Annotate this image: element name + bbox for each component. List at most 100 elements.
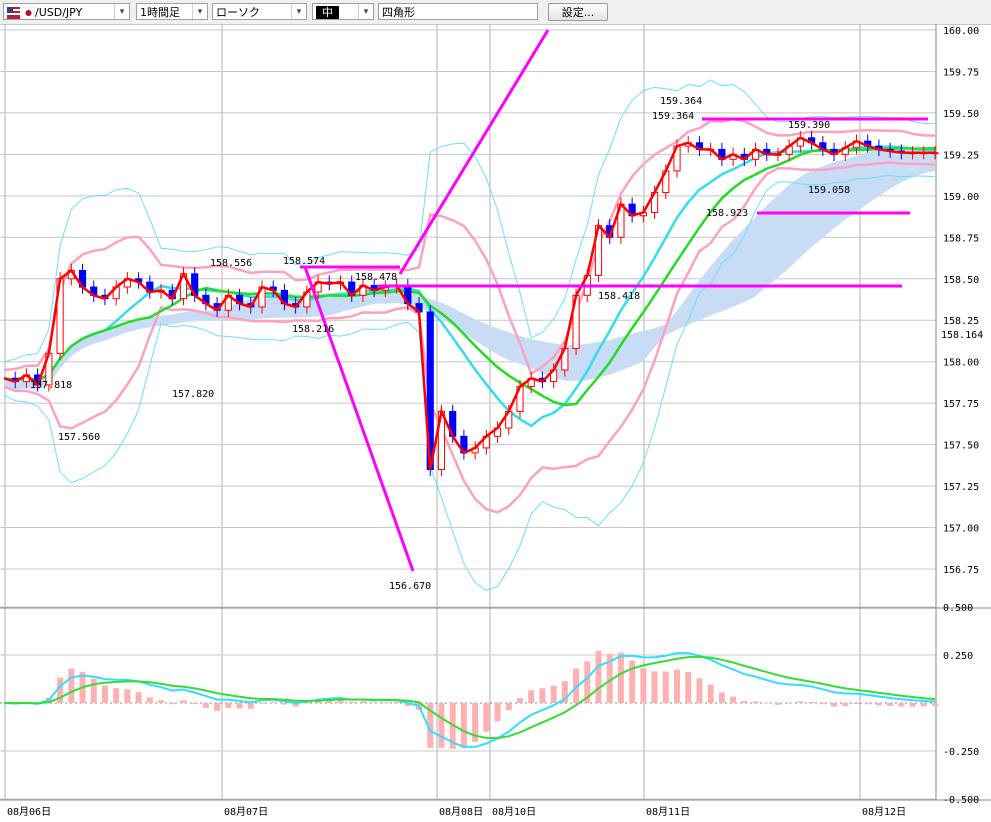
line-width-select[interactable]: 中 ▾ xyxy=(312,3,374,20)
time-tick-label: 08月07日 xyxy=(224,806,268,818)
line-width-label: 中 xyxy=(316,6,339,19)
draw-tool-label: 四角形 xyxy=(382,6,415,19)
price-tick-label: 157.00 xyxy=(943,524,979,535)
price-annotations: 157.818 157.560 157.820 158.556 158.574 158.2… xyxy=(30,96,850,592)
macd-bar xyxy=(674,669,681,703)
current-price-label: 158.164 xyxy=(941,330,983,341)
macd-bar xyxy=(875,703,882,706)
macd-bar xyxy=(371,702,378,703)
chart-type-label: ローソク xyxy=(216,6,260,19)
time-tick-label: 08月06日 xyxy=(7,806,51,818)
macd-bar xyxy=(786,703,793,704)
price-annotation: 159.364 xyxy=(660,96,702,107)
chevron-down-icon: ▾ xyxy=(192,4,207,19)
time-tick-label: 08月10日 xyxy=(492,806,536,818)
macd-bar xyxy=(236,703,243,709)
macd-bar xyxy=(528,690,535,703)
price-tick-label: 158.25 xyxy=(943,316,979,327)
price-annotation: 159.364 xyxy=(652,111,694,122)
price-tick-label: 158.75 xyxy=(943,233,979,244)
macd-bar xyxy=(483,703,490,732)
signal-line xyxy=(3,655,936,740)
macd-bar xyxy=(685,671,692,703)
price-annotation: 157.820 xyxy=(172,389,214,400)
macd-bar xyxy=(124,689,131,703)
price-annotation: 159.058 xyxy=(808,185,850,196)
settings-button[interactable]: 設定... xyxy=(548,3,608,21)
price-tick-label: 156.75 xyxy=(943,565,979,576)
macd-bar xyxy=(808,701,815,703)
timeframe-select[interactable]: 1時間足 ▾ xyxy=(136,3,208,20)
macd-bar xyxy=(113,688,120,703)
macd-bar xyxy=(864,703,871,705)
macd-bar xyxy=(539,688,546,703)
macd-bar xyxy=(707,684,714,703)
macd-bar xyxy=(214,703,221,711)
macd-bar xyxy=(617,652,624,703)
macd-bar xyxy=(191,703,198,705)
price-annotation: 158.556 xyxy=(210,258,252,269)
macd-bar xyxy=(853,703,860,705)
price-annotation: 158.574 xyxy=(283,256,325,267)
macd-bar xyxy=(662,671,669,703)
price-tick-label: 158.00 xyxy=(943,358,979,369)
macd-bar xyxy=(831,703,838,707)
draw-tool-field[interactable]: 四角形 xyxy=(378,3,538,20)
timeframe-label: 1時間足 xyxy=(140,6,180,19)
macd-bar xyxy=(595,650,602,703)
macd-bar xyxy=(393,701,400,703)
time-tick-label: 08月08日 xyxy=(439,806,483,818)
macd-bar xyxy=(225,703,232,709)
price-tick-label: 160.00 xyxy=(943,26,979,37)
macd-tick-label: 0.250 xyxy=(943,651,973,662)
macd-bar xyxy=(887,703,894,707)
macd-bar xyxy=(359,701,366,703)
macd-bar xyxy=(68,668,75,703)
macd-bar xyxy=(842,703,849,706)
macd-bar xyxy=(774,703,781,705)
chart-type-select[interactable]: ローソク ▾ xyxy=(212,3,307,20)
macd-histogram xyxy=(12,650,938,749)
macd-tick-label: 0.500 xyxy=(943,603,973,614)
price-tick-label: 159.00 xyxy=(943,192,979,203)
price-annotation: 156.670 xyxy=(389,581,431,592)
time-axis: 08月06日 08月07日 08月08日 08月10日 08月11日 08月12日 xyxy=(7,806,906,818)
macd-bar xyxy=(247,703,254,709)
macd-bar xyxy=(752,701,759,703)
chevron-down-icon: ▾ xyxy=(114,4,129,19)
macd-bar xyxy=(158,700,165,703)
macd-bar xyxy=(640,668,647,703)
macd-bar xyxy=(202,703,209,708)
price-annotation: 157.818 xyxy=(30,380,72,391)
macd-bar xyxy=(516,697,523,703)
macd-bar xyxy=(730,696,737,703)
price-annotation: 159.390 xyxy=(788,120,830,131)
macd-tick-label: -0.250 xyxy=(943,747,979,758)
macd-bar xyxy=(797,701,804,703)
macd-bar xyxy=(169,703,176,705)
macd-bar xyxy=(932,703,938,706)
price-tick-label: 157.75 xyxy=(943,399,979,410)
price-annotation: 158.216 xyxy=(292,324,334,335)
macd-axis: 0.500 0.250 -0.250 -0.500 xyxy=(943,603,979,806)
macd-bar xyxy=(180,700,187,703)
chevron-down-icon: ▾ xyxy=(291,4,306,19)
macd-bar xyxy=(629,660,636,703)
macd-bar xyxy=(101,685,108,703)
macd-bar xyxy=(741,700,748,703)
macd-bar xyxy=(651,671,658,703)
macd-bar xyxy=(920,703,927,707)
time-tick-label: 08月12日 xyxy=(862,806,906,818)
macd-bar xyxy=(281,703,288,705)
macd-bar xyxy=(550,685,557,703)
chevron-down-icon: ▾ xyxy=(358,4,373,19)
price-tick-label: 159.75 xyxy=(943,67,979,78)
chart-area[interactable]: 157.818 157.560 157.820 158.556 158.574 158.2… xyxy=(0,24,991,822)
price-annotation: 158.418 xyxy=(598,291,640,302)
price-tick-label: 157.25 xyxy=(943,482,979,493)
macd-bar xyxy=(898,703,905,707)
symbol-select[interactable]: /USD/JPY ▾ xyxy=(3,3,130,20)
macd-bar xyxy=(135,692,142,703)
symbol-label: USD/JPY xyxy=(38,6,83,19)
macd-bar xyxy=(718,692,725,703)
